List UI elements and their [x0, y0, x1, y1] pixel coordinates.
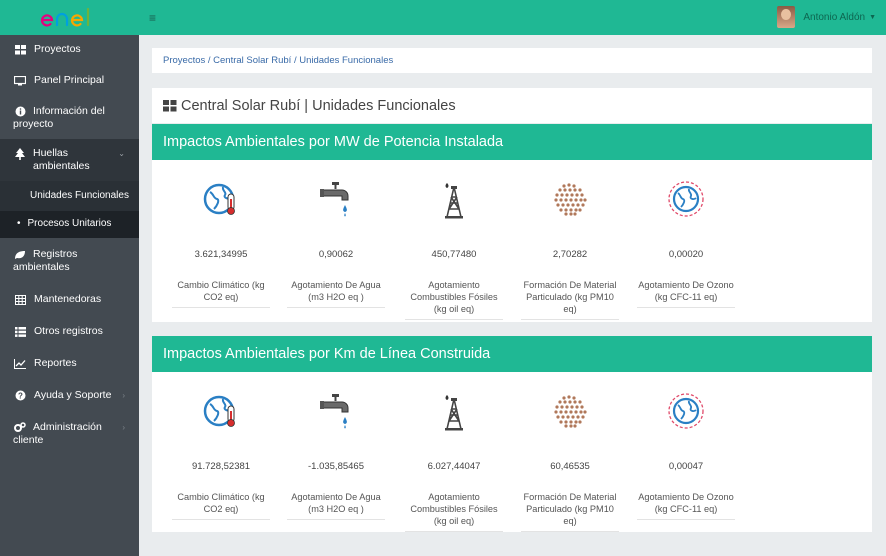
- avatar: [777, 6, 796, 28]
- sidebar-subitem-unidades-funcionales[interactable]: Unidades Funcionales: [0, 181, 139, 211]
- user-menu[interactable]: Antonio Aldón ▼: [777, 6, 876, 28]
- impact-card: 0,00020 Agotamiento De Ozono (kg CFC-11 …: [637, 177, 735, 308]
- user-name: Antonio Aldón: [803, 11, 866, 23]
- impact-value: 6.027,44047: [427, 461, 481, 472]
- question-icon: ?: [13, 389, 27, 402]
- enel-logo[interactable]: [0, 0, 139, 35]
- impact-label: Agotamiento De Agua (m3 H2O eq ): [287, 279, 385, 308]
- sidebar-item-administracion[interactable]: Administración cliente ›: [0, 413, 139, 455]
- chevron-right-icon: ›: [122, 423, 125, 432]
- impact-label: Agotamiento Combustibles Fósiles (kg oil…: [405, 491, 503, 532]
- impact-value: -1.035,85465: [308, 461, 364, 472]
- table-icon: [13, 293, 27, 306]
- earth-thermometer-icon: [172, 177, 270, 221]
- impact-value: 0,90062: [318, 249, 354, 260]
- impact-card: 0,00047 Agotamiento De Ozono (kg CFC-11 …: [637, 389, 735, 520]
- list-icon: [13, 325, 27, 338]
- chart-line-icon: [13, 357, 27, 370]
- impact-value: 0,00047: [668, 461, 704, 472]
- sidebar-item-label: Mantenedoras: [34, 293, 102, 305]
- impact-label: Agotamiento De Ozono (kg CFC-11 eq): [637, 279, 735, 308]
- faucet-icon: [287, 177, 385, 221]
- page-title-panel: Central Solar Rubí | Unidades Funcionale…: [152, 88, 872, 123]
- topbar: ≡ Antonio Aldón ▼: [139, 0, 886, 35]
- sidebar-item-label: Panel Principal: [34, 74, 105, 86]
- ozone-earth-icon: [637, 389, 735, 433]
- impact-value: 450,77480: [431, 249, 477, 260]
- leaf-icon: [13, 248, 27, 261]
- sidebar-item-otros-registros[interactable]: Otros registros: [0, 317, 139, 346]
- impact-value: 91.728,52381: [191, 461, 251, 472]
- sidebar-item-label: Ayuda y Soporte: [34, 389, 112, 401]
- tree-icon: [13, 147, 27, 160]
- earth-thermometer-icon: [172, 389, 270, 433]
- impact-label: Cambio Climático (kg CO2 eq): [172, 279, 270, 308]
- oil-derrick-icon: [405, 177, 503, 221]
- monitor-icon: [13, 74, 27, 87]
- grid-icon: [163, 99, 177, 112]
- sidebar-submenu: Unidades Funcionales Procesos Unitarios: [0, 181, 139, 238]
- ozone-earth-icon: [637, 177, 735, 221]
- impact-card: -1.035,85465 Agotamiento De Agua (m3 H2O…: [287, 389, 385, 520]
- sidebar-item-label: Otros registros: [34, 325, 103, 337]
- impact-label: Agotamiento De Ozono (kg CFC-11 eq): [637, 491, 735, 520]
- sidebar-item-mantenedoras[interactable]: Mantenedoras: [0, 285, 139, 314]
- impact-value: 2,70282: [552, 249, 588, 260]
- impact-label: Cambio Climático (kg CO2 eq): [172, 491, 270, 520]
- impact-card: 6.027,44047 Agotamiento Combustibles Fós…: [405, 389, 503, 532]
- sidebar-group-huellas: Huellas ambientales ⌄ Unidades Funcional…: [0, 139, 139, 238]
- section-header-mw: Impactos Ambientales por MW de Potencia …: [152, 124, 872, 160]
- faucet-icon: [287, 389, 385, 433]
- sidebar-item-label: Reportes: [34, 357, 77, 369]
- enel-logo-icon: [40, 7, 89, 26]
- particles-icon: [521, 177, 619, 221]
- impact-value: 3.621,34995: [194, 249, 248, 260]
- chevron-down-icon: ⌄: [118, 149, 125, 158]
- impact-label: Formación De Material Particulado (kg PM…: [521, 279, 619, 320]
- particles-icon: [521, 389, 619, 433]
- sidebar-item-proyectos[interactable]: Proyectos: [0, 35, 139, 64]
- section-cards-mw: 3.621,34995 Cambio Climático (kg CO2 eq)…: [152, 160, 872, 322]
- page-title: Central Solar Rubí | Unidades Funcionale…: [181, 97, 456, 114]
- sidebar-item-huellas[interactable]: Huellas ambientales ⌄: [0, 139, 139, 181]
- info-icon: [13, 105, 27, 118]
- section-cards-km: 91.728,52381 Cambio Climático (kg CO2 eq…: [152, 372, 872, 532]
- sidebar-item-informacion[interactable]: Información del proyecto: [0, 97, 139, 139]
- impact-card: 60,46535 Formación De Material Particula…: [521, 389, 619, 532]
- sidebar-item-label: Proyectos: [34, 43, 81, 55]
- chevron-right-icon: ›: [122, 391, 125, 400]
- svg-text:?: ?: [18, 391, 23, 400]
- sidebar-item-label: Huellas ambientales: [33, 147, 90, 172]
- section-header-km: Impactos Ambientales por Km de Línea Con…: [152, 336, 872, 372]
- impact-card: 0,90062 Agotamiento De Agua (m3 H2O eq ): [287, 177, 385, 308]
- sidebar-item-panel-principal[interactable]: Panel Principal: [0, 66, 139, 95]
- impact-label: Agotamiento Combustibles Fósiles (kg oil…: [405, 279, 503, 320]
- caret-down-icon: ▼: [869, 13, 876, 21]
- grid-icon: [13, 43, 27, 56]
- sidebar-item-reportes[interactable]: Reportes: [0, 349, 139, 378]
- impact-label: Agotamiento De Agua (m3 H2O eq ): [287, 491, 385, 520]
- oil-derrick-icon: [405, 389, 503, 433]
- impact-label: Formación De Material Particulado (kg PM…: [521, 491, 619, 532]
- impact-card: 450,77480 Agotamiento Combustibles Fósil…: [405, 177, 503, 320]
- impact-card: 2,70282 Formación De Material Particulad…: [521, 177, 619, 320]
- impact-value: 60,46535: [550, 461, 590, 472]
- sidebar-item-ayuda[interactable]: ? Ayuda y Soporte ›: [0, 381, 139, 410]
- sidebar-item-label: Procesos Unitarios: [27, 218, 112, 229]
- impact-value: 0,00020: [668, 249, 704, 260]
- impact-card: 3.621,34995 Cambio Climático (kg CO2 eq): [172, 177, 270, 308]
- cogs-icon: [13, 421, 27, 434]
- menu-toggle-icon[interactable]: ≡: [149, 11, 156, 25]
- sidebar-item-registros-ambientales[interactable]: Registros ambientales: [0, 240, 139, 282]
- sidebar: Proyectos Panel Principal Información de…: [0, 0, 139, 556]
- sidebar-subitem-procesos-unitarios[interactable]: Procesos Unitarios: [0, 211, 139, 238]
- impact-card: 91.728,52381 Cambio Climático (kg CO2 eq…: [172, 389, 270, 520]
- breadcrumb[interactable]: Proyectos / Central Solar Rubí / Unidade…: [152, 48, 872, 73]
